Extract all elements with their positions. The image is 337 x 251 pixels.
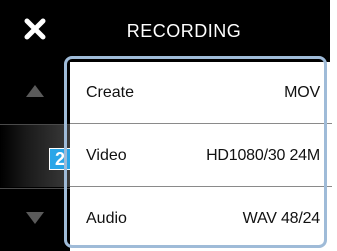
top-bar: RECORDING <box>0 0 330 62</box>
scroll-down-button[interactable] <box>0 188 70 251</box>
up-arrow-icon <box>25 84 45 103</box>
menu-item-label: Create <box>86 83 135 101</box>
menu-item-value: HD1080/30 24M <box>206 146 320 164</box>
menu-item-create[interactable]: Create MOV <box>70 62 332 124</box>
menu-item-video[interactable]: Video HD1080/30 24M <box>70 125 332 187</box>
menu-item-value: MOV <box>284 83 320 101</box>
close-icon <box>24 18 46 45</box>
down-arrow-icon <box>25 211 45 230</box>
menu-item-label: Audio <box>86 210 127 227</box>
recording-screen: RECORDING Create MOV Video HD1080/30 24M… <box>0 0 332 251</box>
menu-item-label: Video <box>86 146 127 164</box>
page-title: RECORDING <box>126 20 242 41</box>
menu-item-audio[interactable]: Audio WAV 48/24 <box>70 188 332 250</box>
recording-menu-list: Create MOV Video HD1080/30 24M Audio WAV… <box>70 62 332 251</box>
callout-badge: 2 <box>49 148 71 170</box>
scroll-up-button[interactable] <box>0 62 70 125</box>
close-button[interactable] <box>0 0 70 62</box>
menu-item-value: WAV 48/24 <box>242 210 321 227</box>
